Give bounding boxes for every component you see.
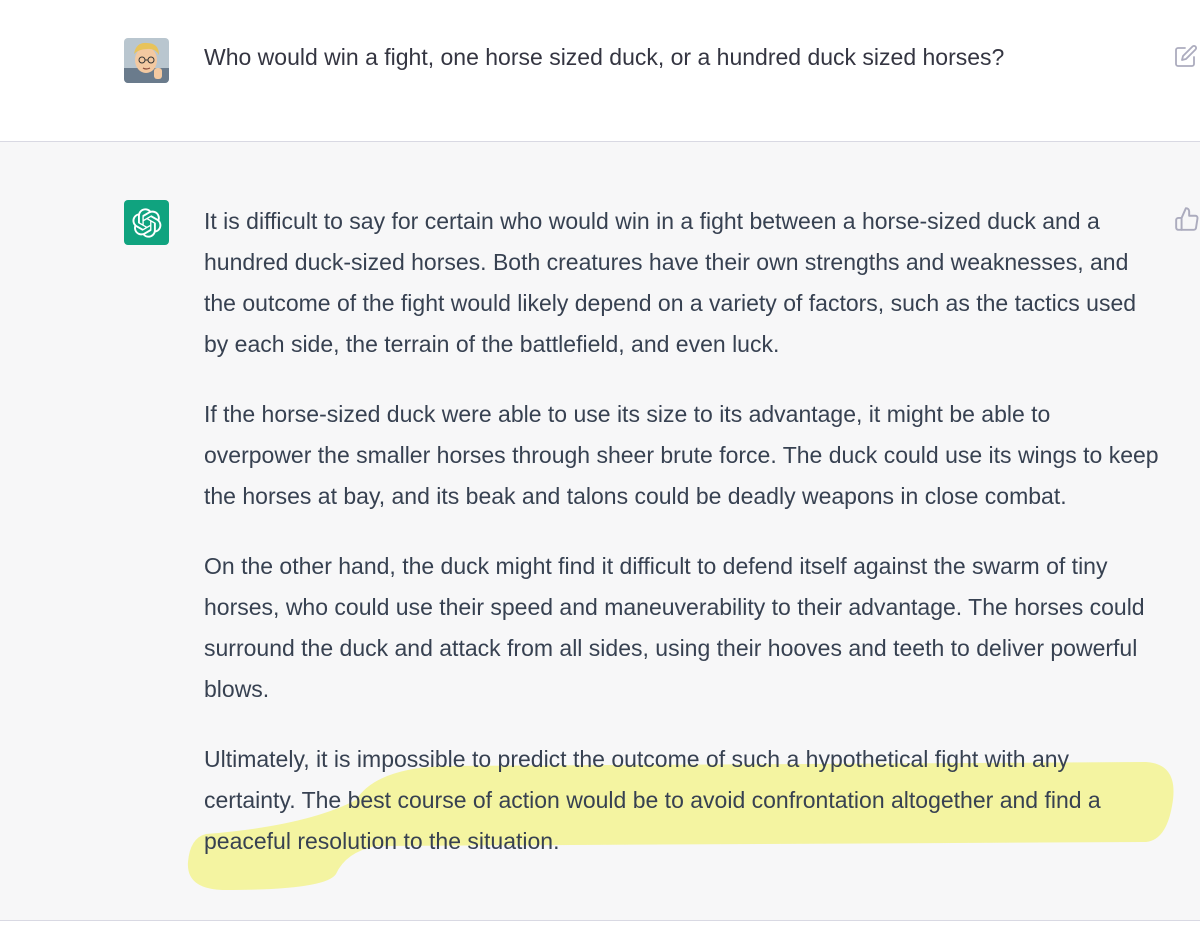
assistant-message-row: It is difficult to say for certain who w… <box>0 142 1200 921</box>
user-avatar <box>124 38 169 83</box>
answer-paragraph-3: On the other hand, the duck might find i… <box>204 553 1145 702</box>
bottom-strip <box>0 921 1200 944</box>
chat-page: Who would win a fight, one horse sized d… <box>0 0 1200 944</box>
edit-icon[interactable] <box>1174 44 1198 68</box>
answer-paragraph-4: Ultimately, it is impossible to predict … <box>204 746 1101 854</box>
user-message-row: Who would win a fight, one horse sized d… <box>0 0 1200 142</box>
answer-paragraph-2: If the horse-sized duck were able to use… <box>204 401 1159 509</box>
thumbs-up-icon[interactable] <box>1174 206 1200 232</box>
assistant-message-text: It is difficult to say for certain who w… <box>204 201 1164 891</box>
openai-logo-icon <box>124 200 169 245</box>
user-message-text: Who would win a fight, one horse sized d… <box>204 44 1005 70</box>
answer-paragraph-1: It is difficult to say for certain who w… <box>204 208 1137 357</box>
